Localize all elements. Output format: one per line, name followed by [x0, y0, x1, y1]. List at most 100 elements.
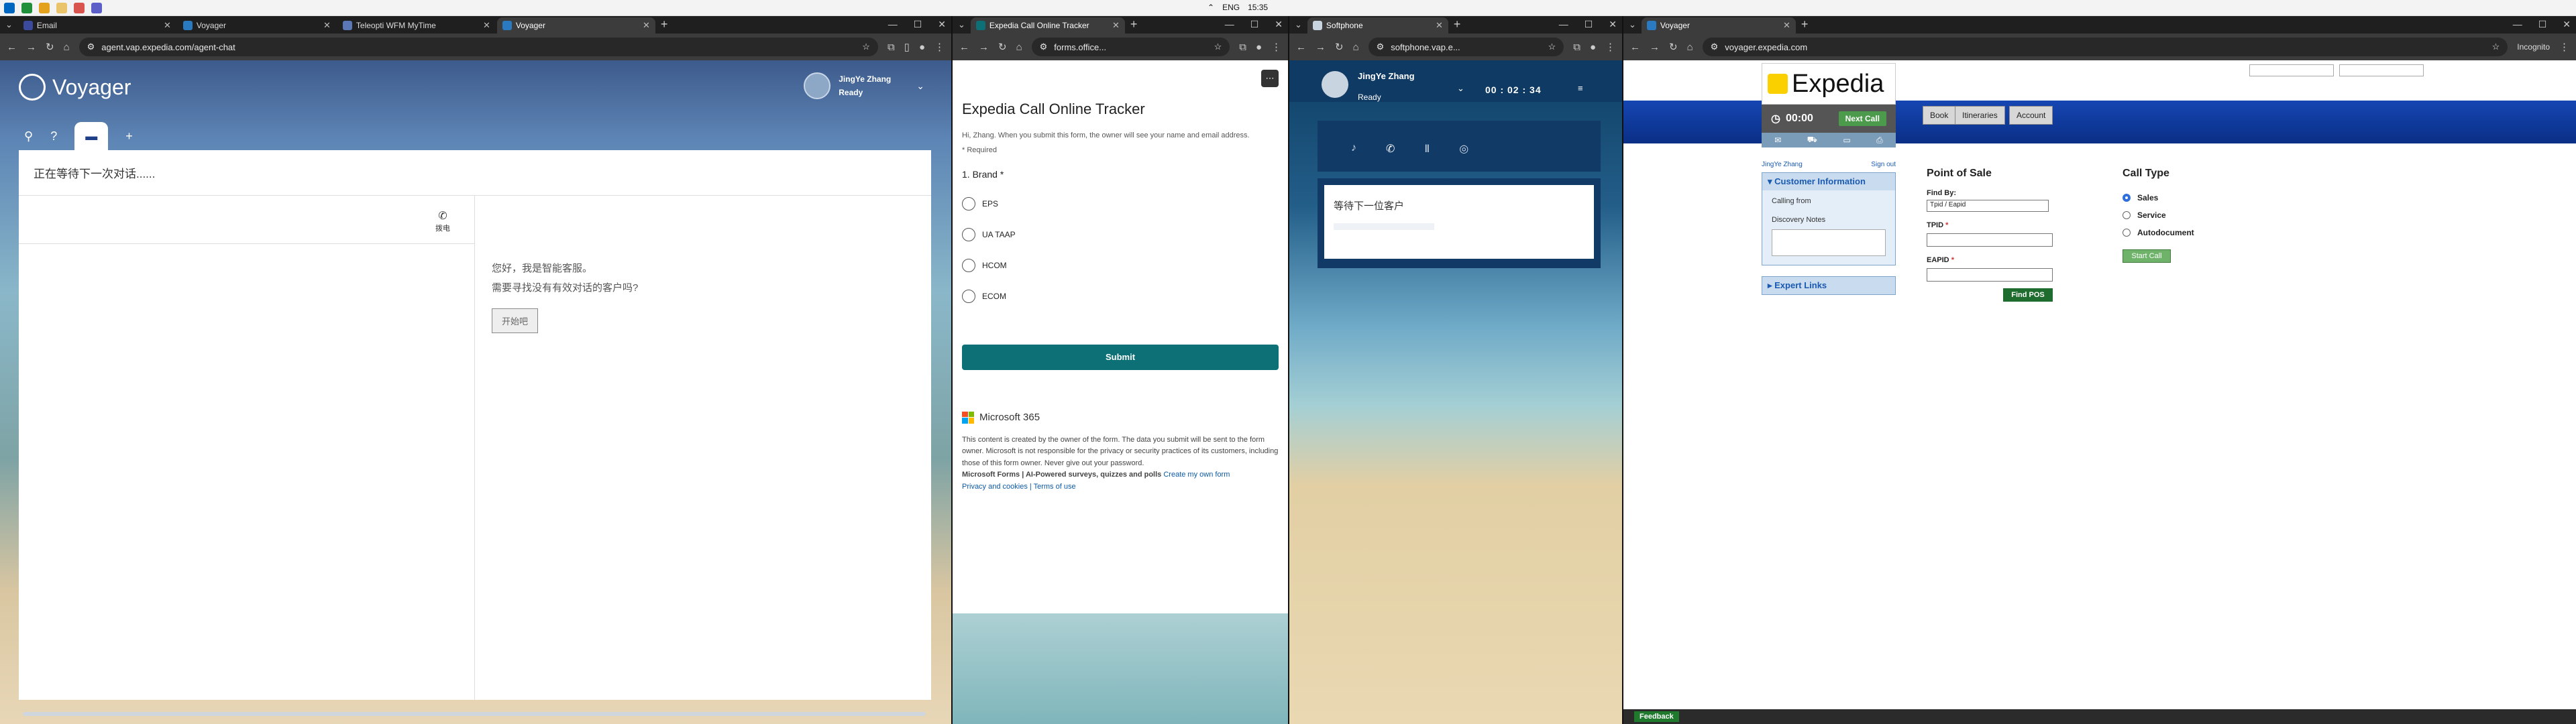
tab-search-icon[interactable]: ⌄ — [958, 19, 965, 30]
tab-voyager[interactable]: Voyager ✕ — [1641, 17, 1796, 34]
mail-icon[interactable]: ✉ — [1774, 135, 1781, 145]
option-eps[interactable]: EPS — [962, 196, 1279, 210]
menu-icon[interactable]: ⋮ — [1605, 41, 1615, 53]
forward-icon[interactable]: → — [26, 42, 36, 53]
site-info-icon[interactable]: ⚙ — [1377, 42, 1385, 52]
new-tab-button[interactable]: + — [661, 17, 668, 32]
maximize-icon[interactable]: ☐ — [1585, 19, 1593, 30]
home-icon[interactable]: ⌂ — [1353, 42, 1359, 53]
home-icon[interactable]: ⌂ — [64, 42, 70, 53]
menu-icon[interactable]: ⋮ — [2559, 41, 2569, 53]
radio-button[interactable] — [962, 196, 975, 210]
profile-icon[interactable]: ● — [1256, 42, 1262, 53]
close-window-icon[interactable]: ✕ — [938, 19, 946, 30]
tab-teleopti[interactable]: Teleopti WFM MyTime ✕ — [337, 17, 496, 34]
tab-voyager[interactable]: Voyager ✕ — [178, 17, 336, 34]
minimize-icon[interactable]: — — [888, 19, 898, 30]
site-info-icon[interactable]: ⚙ — [1040, 42, 1048, 52]
user-link[interactable]: JingYe Zhang — [1762, 161, 1803, 168]
forward-icon[interactable]: → — [979, 42, 989, 53]
close-window-icon[interactable]: ✕ — [1275, 19, 1283, 30]
radio-button[interactable] — [2123, 229, 2131, 237]
mute-icon[interactable]: ♪ — [1351, 142, 1356, 154]
option-ua-taap[interactable]: UA TAAP — [962, 227, 1279, 241]
phone-icon[interactable]: ✆ — [1386, 142, 1395, 155]
hold-icon[interactable]: Ⅱ — [1424, 142, 1430, 155]
cart-icon[interactable]: ⛟ — [1807, 135, 1817, 145]
close-icon[interactable]: ✕ — [1436, 20, 1443, 31]
forward-icon[interactable]: → — [1316, 42, 1326, 53]
home-icon[interactable]: ⌂ — [1687, 42, 1693, 53]
profile-icon[interactable]: ● — [1590, 42, 1596, 53]
extensions-icon[interactable]: ⧉ — [888, 42, 895, 53]
close-icon[interactable]: ✕ — [483, 20, 490, 31]
settings-icon[interactable]: ◎ — [1459, 142, 1468, 155]
call-type-service[interactable]: Service — [2123, 210, 2194, 220]
extensions-icon[interactable]: ⧉ — [1573, 42, 1580, 53]
chat-tab[interactable]: ▬ — [74, 122, 109, 150]
option-hcom[interactable]: HCOM — [962, 258, 1279, 272]
maximize-icon[interactable]: ☐ — [2538, 19, 2547, 30]
call-type-autodocument[interactable]: Autodocument — [2123, 228, 2194, 237]
teams-icon[interactable] — [91, 3, 102, 13]
minimize-icon[interactable]: — — [1559, 19, 1568, 30]
tab-forms[interactable]: Expedia Call Online Tracker ✕ — [970, 17, 1125, 34]
chat-icon[interactable]: ▭ — [1843, 135, 1850, 145]
extensions-icon[interactable]: ⧉ — [1239, 42, 1246, 53]
profile-icon[interactable]: ● — [919, 42, 925, 53]
eapid-input[interactable] — [1927, 268, 2053, 282]
tab-search-icon[interactable]: ⌄ — [5, 19, 13, 30]
excel-icon[interactable] — [21, 3, 32, 13]
chevron-down-icon[interactable]: ⌄ — [1457, 83, 1464, 94]
maximize-icon[interactable]: ☐ — [1250, 19, 1259, 30]
menu-icon[interactable]: ⋮ — [1271, 41, 1281, 53]
tab-softphone[interactable]: Softphone ✕ — [1307, 17, 1448, 34]
nav-account[interactable]: Account — [2009, 106, 2053, 125]
radio-button[interactable] — [962, 289, 975, 303]
chevron-down-icon[interactable]: ⌄ — [916, 80, 924, 92]
folder-icon[interactable] — [39, 3, 50, 13]
user-menu[interactable]: JingYe Zhang Ready ⌄ — [804, 72, 924, 99]
help-icon[interactable]: ? — [50, 129, 57, 143]
close-icon[interactable]: ✕ — [1112, 20, 1120, 31]
minimize-icon[interactable]: — — [2513, 19, 2522, 30]
radio-button[interactable] — [962, 227, 975, 241]
new-tab-button[interactable]: + — [1454, 17, 1461, 32]
privacy-terms-link[interactable]: Privacy and cookies | Terms of use — [962, 483, 1076, 491]
reload-icon[interactable]: ↻ — [1335, 41, 1344, 53]
windows-icon[interactable] — [4, 3, 15, 13]
new-tab-button[interactable]: + — [1130, 17, 1138, 32]
horizontal-scrollbar[interactable] — [23, 712, 926, 716]
reload-icon[interactable]: ↻ — [1669, 41, 1678, 53]
customer-info-header[interactable]: ▾ Customer Information — [1762, 173, 1895, 190]
reload-icon[interactable]: ↻ — [998, 41, 1007, 53]
new-tab-button[interactable]: + — [1801, 17, 1809, 32]
tab-voyager-active[interactable]: Voyager ✕ — [496, 17, 655, 34]
close-icon[interactable]: ✕ — [164, 20, 171, 31]
find-by-select[interactable]: Tpid / Eapid — [1927, 200, 2049, 212]
print-icon[interactable]: ⎙ — [1876, 135, 1883, 145]
signout-link[interactable]: Sign out — [1871, 161, 1896, 168]
close-icon[interactable]: ✕ — [643, 20, 650, 31]
close-window-icon[interactable]: ✕ — [1609, 19, 1617, 30]
call-type-sales[interactable]: Sales — [2123, 193, 2194, 202]
start-call-button[interactable]: Start Call — [2123, 249, 2171, 263]
menu-icon[interactable]: ≡ — [1578, 83, 1583, 93]
start-button[interactable]: 开始吧 — [492, 308, 539, 333]
bookmark-star-icon[interactable]: ☆ — [1548, 42, 1556, 52]
tpid-input[interactable] — [1927, 233, 2053, 247]
dial-button[interactable]: ✆ 拨电 — [435, 209, 450, 233]
url-bar[interactable]: ⚙ agent.vap.expedia.com/agent-chat ☆ — [78, 38, 878, 56]
site-info-icon[interactable]: ⚙ — [1711, 42, 1719, 52]
next-call-button[interactable]: Next Call — [1838, 111, 1886, 126]
search-icon[interactable]: ⚲ — [24, 129, 33, 143]
menu-icon[interactable]: ⋮ — [934, 41, 945, 53]
nav-itineraries[interactable]: Itineraries — [1955, 106, 2005, 125]
select-one[interactable] — [2249, 64, 2334, 76]
tab-search-icon[interactable]: ⌄ — [1295, 19, 1302, 30]
close-icon[interactable]: ✕ — [323, 20, 331, 31]
submit-button[interactable]: Submit — [962, 344, 1279, 370]
tab-search-icon[interactable]: ⌄ — [1629, 19, 1636, 30]
bookmark-star-icon[interactable]: ☆ — [862, 42, 870, 52]
sidepanel-icon[interactable]: ▯ — [904, 41, 910, 53]
